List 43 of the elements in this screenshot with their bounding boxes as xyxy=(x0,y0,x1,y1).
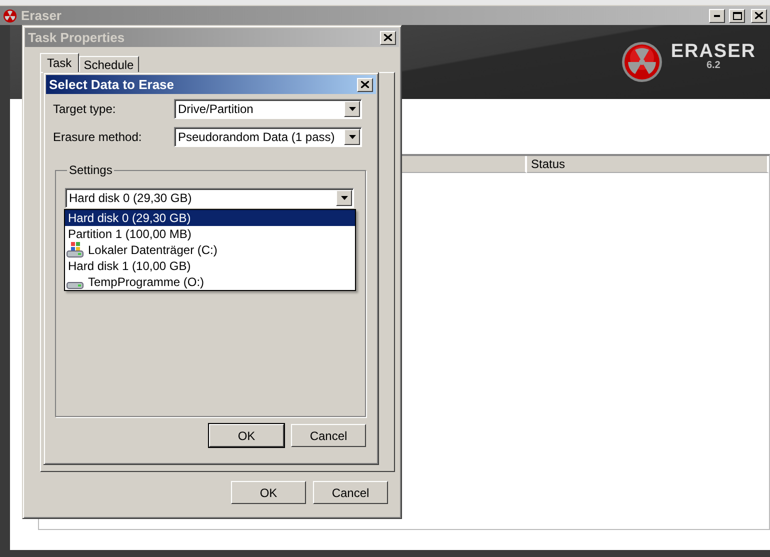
caret-icon xyxy=(348,135,356,139)
brand-name: ERASER xyxy=(670,42,756,60)
drive-icon xyxy=(66,282,84,288)
dropdown-button[interactable] xyxy=(336,190,352,206)
ok-button[interactable]: OK xyxy=(231,481,306,504)
dropdown-option[interactable]: Lokaler Datenträger (C:) xyxy=(65,242,355,258)
minimize-icon xyxy=(714,14,720,16)
close-icon xyxy=(361,81,369,88)
dropdown-button[interactable] xyxy=(344,101,360,117)
field-label: Target type: xyxy=(53,102,117,116)
tab[interactable]: Schedule xyxy=(78,56,139,72)
minimize-button[interactable] xyxy=(709,8,725,22)
group-title: Settings xyxy=(68,163,114,177)
close-icon xyxy=(755,12,763,19)
close-button[interactable] xyxy=(380,30,396,44)
cancel-button[interactable]: Cancel xyxy=(291,424,366,447)
caret-icon xyxy=(348,107,356,111)
tab[interactable]: Task xyxy=(40,53,79,72)
dialog-title: Task Properties xyxy=(28,30,126,45)
dropdown-field[interactable]: Drive/Partition xyxy=(174,99,362,119)
dialog-title: Select Data to Erase xyxy=(49,77,176,92)
brand-version: 6.2 xyxy=(706,60,720,70)
maximize-icon xyxy=(732,12,742,20)
cancel-button[interactable]: Cancel xyxy=(313,481,388,504)
dropdown-option[interactable]: Partition 1 (100,00 MB) xyxy=(65,226,355,242)
window-title: Eraser xyxy=(21,8,62,23)
dropdown-option[interactable]: TempProgramme (O:) xyxy=(65,274,355,290)
radiation-app-icon xyxy=(3,8,17,22)
ok-button[interactable]: OK xyxy=(209,424,284,447)
close-button[interactable] xyxy=(357,78,373,92)
dropdown-field[interactable]: Hard disk 0 (29,30 GB) xyxy=(65,188,354,208)
radiation-logo-icon xyxy=(620,41,663,83)
dropdown-option[interactable]: Hard disk 1 (10,00 GB) xyxy=(65,258,355,274)
system-drive-icon xyxy=(66,242,84,258)
close-button[interactable] xyxy=(751,8,767,22)
dropdown-option[interactable]: Hard disk 0 (29,30 GB) xyxy=(65,210,355,226)
close-icon xyxy=(384,34,392,41)
dropdown-button[interactable] xyxy=(344,129,360,145)
maximize-button[interactable] xyxy=(729,8,745,22)
caret-icon xyxy=(340,196,348,200)
dropdown-field[interactable]: Pseudorandom Data (1 pass) xyxy=(174,127,362,147)
field-label: Erasure method: xyxy=(53,130,143,144)
column-header[interactable]: Status xyxy=(527,156,769,173)
